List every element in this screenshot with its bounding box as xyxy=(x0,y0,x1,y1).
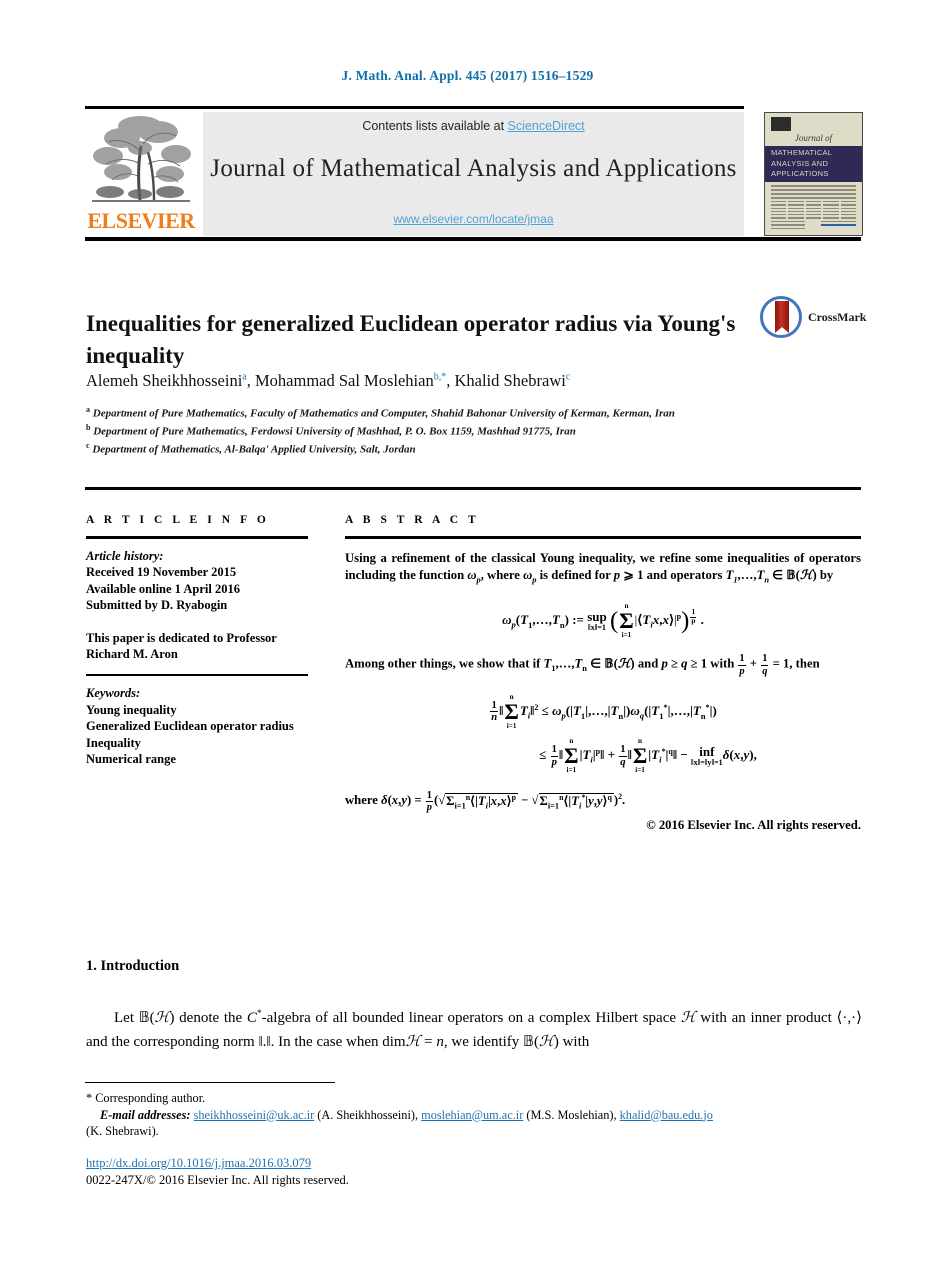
keyword-item: Inequality xyxy=(86,735,141,750)
journal-url-link[interactable]: www.elsevier.com/locate/jmaa xyxy=(203,212,744,226)
keywords-divider xyxy=(86,673,308,676)
article-available-online: Available online 1 April 2016 xyxy=(86,581,240,596)
email-addresses-label: E-mail addresses: xyxy=(100,1107,191,1122)
affiliation-text-b: Department of Pure Mathematics, Ferdowsi… xyxy=(93,425,576,438)
running-head: J. Math. Anal. Appl. 445 (2017) 1516–152… xyxy=(341,68,594,83)
paper-page: J. Math. Anal. Appl. 445 (2017) 1516–152… xyxy=(0,0,935,1266)
affiliation-item: a Department of Pure Mathematics, Facult… xyxy=(86,403,766,421)
abstract-equation-2-line-1: 1 n ‖ n Σi=1 Ti‖2 ≤ ωp(|T1|,…,|Tn|)ωq(|T1*|,…… xyxy=(490,692,717,730)
journal-title: Journal of Mathematical Analysis and App… xyxy=(210,155,737,182)
masthead-bottom-rule xyxy=(85,237,861,241)
page-title: Inequalities for generalized Euclidean o… xyxy=(86,311,736,369)
abstract-paragraph-1: Using a refinement of the classical Youn… xyxy=(345,550,861,585)
keywords-block: Keywords: Young inequality Generalized E… xyxy=(86,685,308,768)
keyword-item: Young inequality xyxy=(86,702,177,717)
section-heading-introduction: 1. Introduction xyxy=(86,958,180,974)
introduction-body: Let 𝔹(ℋ) denote the C*-algebra of all bo… xyxy=(86,1002,862,1054)
keyword-item: Generalized Euclidean operator radius xyxy=(86,719,294,733)
article-history-label: Article history: xyxy=(86,548,164,563)
author-mark-2: b,* xyxy=(433,371,447,383)
affiliation-text-c: Department of Mathematics, Al-Balqa' App… xyxy=(92,443,416,456)
journal-cover-thumbnail: Journal of MATHEMATICAL ANALYSIS AND APP… xyxy=(764,112,863,236)
article-submitted-by: Submitted by D. Ryabogin xyxy=(86,598,228,612)
abstract-equation-2-line-2: ≤ 1 p ‖ n Σi=1 |Ti|p‖ + 1 q ‖ n Σi=1 |Ti*|q‖ − inf… xyxy=(539,737,757,775)
email-addresses-line: E-mail addresses: sheikhhosseini@uk.ac.i… xyxy=(86,1107,862,1124)
cover-elsevier-mark-icon xyxy=(771,117,791,131)
abstract-equation-1: ωp(T1,…,Tn) := sup ‖x‖=1 (n Σi=1 |⟨Tix,x⟩|p… xyxy=(502,602,704,640)
email-addresses-tail: (K. Shebrawi). xyxy=(86,1124,159,1138)
author-mark-3: c xyxy=(565,371,571,383)
abstract-column: A B S T R A C T Using a refinement of th… xyxy=(345,514,861,833)
article-history-block: Article history: Received 19 November 20… xyxy=(86,548,308,663)
abstract-heading: A B S T R A C T xyxy=(345,514,480,526)
abstract-divider xyxy=(345,536,861,539)
article-info-heading: A R T I C L E I N F O xyxy=(86,514,270,526)
doi-link[interactable]: http://dx.doi.org/10.1016/j.jmaa.2016.03… xyxy=(86,1156,311,1170)
sciencedirect-link[interactable]: ScienceDirect xyxy=(508,119,585,133)
email-link-2[interactable]: moslehian@um.ac.ir xyxy=(421,1108,523,1122)
author-name-1: Alemeh Sheikhhosseini xyxy=(86,371,243,390)
email-owner-1: (A. Sheikhhosseini), xyxy=(317,1107,419,1122)
contents-lists-line: Contents lists available at ScienceDirec… xyxy=(203,119,744,133)
email-link-1[interactable]: sheikhhosseini@uk.ac.ir xyxy=(194,1108,315,1122)
contents-lists-prefix: Contents lists available at xyxy=(362,119,508,133)
elsevier-wordmark: ELSEVIER xyxy=(87,208,195,233)
masthead-top-rule xyxy=(85,106,744,109)
cover-contents-grid xyxy=(771,201,856,219)
crossmark-circle-icon xyxy=(760,296,802,338)
email-owner-2: (M.S. Moslehian), xyxy=(526,1107,617,1122)
crossmark-badge[interactable]: CrossMark xyxy=(760,296,868,340)
article-info-divider xyxy=(86,536,308,539)
introduction-paragraph: Let 𝔹(ℋ) denote the C*-algebra of all bo… xyxy=(86,1009,862,1050)
affiliation-item: b Department of Pure Mathematics, Ferdow… xyxy=(86,421,766,439)
issn-copyright-line: 0022-247X/© 2016 Elsevier Inc. All right… xyxy=(86,1173,349,1187)
cover-footer-right xyxy=(821,221,856,228)
abstract-copyright: © 2016 Elsevier Inc. All rights reserved… xyxy=(646,818,861,833)
info-top-rule xyxy=(85,487,861,490)
footnote-block: * Corresponding author. E-mail addresses… xyxy=(86,1090,862,1140)
author-mark-1: a xyxy=(242,371,247,383)
keyword-item: Numerical range xyxy=(86,752,176,766)
article-dedication: This paper is dedicated to Professor Ric… xyxy=(86,630,277,662)
affiliation-list: a Department of Pure Mathematics, Facult… xyxy=(86,403,766,457)
affiliation-text-a: Department of Pure Mathematics, Faculty … xyxy=(92,407,675,420)
elsevier-logo: ELSEVIER xyxy=(85,112,197,236)
affiliation-mark-c: c xyxy=(86,441,90,451)
footnote-rule xyxy=(85,1082,335,1083)
author-name-3: Khalid Shebrawi xyxy=(454,371,566,390)
crossmark-ribbon-icon xyxy=(775,301,789,333)
affiliation-mark-a: a xyxy=(86,405,90,414)
cover-title-band: MATHEMATICAL ANALYSIS AND APPLICATIONS xyxy=(765,146,862,182)
cover-band-title: MATHEMATICAL ANALYSIS AND APPLICATIONS xyxy=(771,148,832,178)
keywords-label: Keywords: xyxy=(86,686,141,700)
article-received: Received 19 November 2015 xyxy=(86,565,237,579)
author-list: Alemeh Sheikhhosseinia, Mohammad Sal Mos… xyxy=(86,371,571,390)
cover-journal-of-text: Journal of xyxy=(794,133,833,143)
cover-footer-left xyxy=(771,221,805,231)
author-name-2: Mohammad Sal Moslehian xyxy=(254,371,434,390)
elsevier-tree-icon xyxy=(92,116,191,202)
affiliation-mark-b: b xyxy=(86,423,91,433)
article-info-column: A R T I C L E I N F O Article history: R… xyxy=(86,514,308,768)
footer-doi-block: http://dx.doi.org/10.1016/j.jmaa.2016.03… xyxy=(86,1155,349,1189)
crossmark-label: CrossMark xyxy=(808,310,867,324)
email-link-3[interactable]: khalid@bau.edu.jo xyxy=(620,1108,713,1122)
cover-editor-lines xyxy=(771,185,856,201)
corresponding-author-note: * Corresponding author. xyxy=(86,1091,206,1105)
abstract-equation-3: where δ(x,y) = 1 p (√Σi=1n⟨|Ti|x,x⟩p − √Σi… xyxy=(345,790,626,814)
affiliation-item: c Department of Mathematics, Al-Balqa' A… xyxy=(86,439,766,457)
abstract-paragraph-2: Among other things, we show that if T1,…… xyxy=(345,653,820,677)
